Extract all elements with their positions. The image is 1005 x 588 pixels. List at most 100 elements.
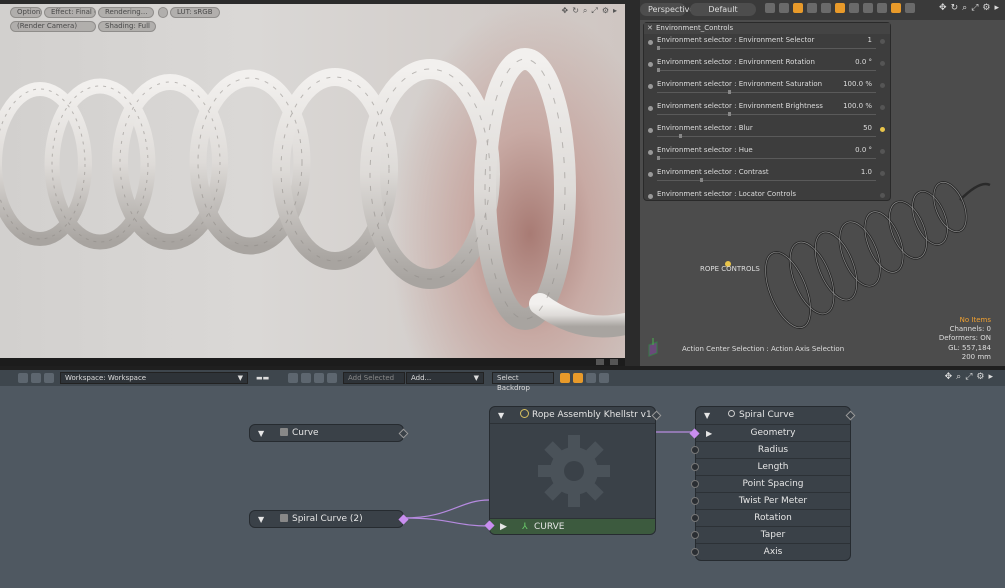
bulb-icon[interactable]	[891, 3, 901, 13]
move-icon[interactable]: ✥	[939, 3, 947, 13]
style-dropdown[interactable]: Default	[690, 3, 756, 16]
env-control-slider[interactable]	[657, 158, 876, 159]
key-indicator-icon[interactable]	[880, 149, 885, 154]
node-input-row[interactable]: Twist Per Meter	[691, 492, 850, 509]
workspace-dropdown[interactable]: Workspace: Workspace ▼	[60, 372, 248, 384]
arrow-right-icon[interactable]: ▸	[613, 6, 617, 16]
input-port[interactable]	[691, 497, 699, 505]
camera-icon[interactable]	[849, 3, 859, 13]
close-icon[interactable]: ✕	[647, 23, 653, 34]
env-control-slider[interactable]	[657, 180, 876, 181]
slider-knob[interactable]	[657, 68, 660, 72]
arrow-right-icon[interactable]: ▸	[994, 3, 999, 13]
rope-assembly-node[interactable]: ▼ Rope Assembly Khellstr v1 ▶ ⅄ CURVE	[484, 406, 662, 535]
env-control-value[interactable]: 0.0 °	[855, 146, 872, 154]
input-port[interactable]	[691, 548, 699, 556]
grid-icon[interactable]	[765, 3, 775, 13]
link-icon[interactable]	[573, 373, 583, 383]
fit-icon[interactable]: ⤢	[591, 6, 597, 16]
input-port[interactable]	[691, 514, 699, 522]
channel-dot-icon[interactable]	[648, 172, 653, 177]
slider-knob[interactable]	[700, 178, 703, 182]
env-control-row[interactable]: Environment selector : Environment Satur…	[644, 78, 890, 100]
node-input-row[interactable]: Point Spacing	[691, 475, 850, 492]
input-port[interactable]	[689, 428, 700, 439]
node-input-row[interactable]: Length	[691, 458, 850, 475]
grid-alt-icon[interactable]	[779, 3, 789, 13]
key-indicator-icon[interactable]	[880, 193, 885, 198]
remove-node-icon[interactable]	[44, 373, 54, 383]
env-control-row[interactable]: Environment selector : Environment Rotat…	[644, 56, 890, 78]
key-indicator-icon[interactable]	[880, 39, 885, 44]
channel-dot-icon[interactable]	[648, 40, 653, 45]
collapse-icon[interactable]: ▼	[258, 425, 264, 442]
select-backdrop-button[interactable]: Select Backdrop	[492, 372, 554, 392]
play-icon[interactable]: ▶	[500, 519, 507, 535]
key-indicator-icon[interactable]	[880, 61, 885, 66]
arrow-left-icon[interactable]	[301, 373, 311, 383]
slider-knob[interactable]	[657, 156, 660, 160]
render-icon[interactable]	[863, 3, 873, 13]
node-input-row[interactable]: ▶ Geometry	[689, 424, 850, 441]
curve-node[interactable]: ▼ Curve	[249, 424, 409, 442]
env-control-row[interactable]: Environment selector : Contrast 1.0	[644, 166, 890, 188]
env-control-slider[interactable]	[657, 48, 876, 49]
channel-dot-icon[interactable]	[648, 150, 653, 155]
move-icon[interactable]: ✥	[562, 6, 569, 16]
render-viewport[interactable]: Options Effect: Final C... Rendering... …	[0, 4, 625, 366]
zoom-icon[interactable]: ⌕	[956, 372, 961, 382]
add-node-icon[interactable]	[31, 373, 41, 383]
stop-icon[interactable]	[596, 359, 604, 365]
input-port[interactable]	[691, 463, 699, 471]
arrow-down-icon[interactable]	[327, 373, 337, 383]
channel-dot-icon[interactable]	[648, 62, 653, 67]
spiral-curve-node[interactable]: ▼ Spiral Curve ▶ Geometry Radius Length Poin…	[689, 406, 856, 561]
env-control-value[interactable]: 100.0 %	[843, 102, 872, 110]
layer-icon[interactable]	[821, 3, 831, 13]
collapse-icon[interactable]: ▼	[498, 407, 504, 424]
rotate-icon[interactable]: ↻	[572, 6, 579, 16]
table-icon[interactable]	[807, 3, 817, 13]
camera-dropdown[interactable]: (Render Camera)	[10, 21, 96, 32]
wire-icon[interactable]	[793, 3, 803, 13]
snap-icon[interactable]	[560, 373, 570, 383]
input-port[interactable]	[691, 446, 699, 454]
frame-icon[interactable]	[905, 3, 915, 13]
input-port[interactable]	[691, 480, 699, 488]
key-indicator-icon[interactable]	[880, 105, 885, 110]
input-port[interactable]	[691, 531, 699, 539]
key-indicator-icon[interactable]	[880, 127, 885, 132]
effect-dropdown[interactable]: Effect: Final C...	[44, 7, 96, 18]
channel-dot-icon[interactable]	[648, 194, 653, 199]
square-icon[interactable]	[610, 359, 618, 365]
node-input-row[interactable]: Taper	[691, 526, 850, 543]
gear-icon[interactable]: ⚙	[982, 3, 990, 13]
layout-icon[interactable]: ▬▬	[256, 372, 276, 384]
grid-icon[interactable]	[586, 373, 596, 383]
move-icon[interactable]: ✥	[945, 372, 953, 382]
env-control-slider[interactable]	[657, 114, 876, 115]
env-control-row[interactable]: Environment selector : Environment Selec…	[644, 34, 890, 56]
env-control-value[interactable]: 0.0 °	[855, 58, 872, 66]
env-control-slider[interactable]	[657, 92, 876, 93]
arrow-right-icon[interactable]: ▸	[988, 372, 993, 382]
rope-controls-label[interactable]: ROPE CONTROLS	[700, 265, 760, 273]
slider-knob[interactable]	[678, 134, 682, 138]
curve-input-row[interactable]: ▶ ⅄ CURVE	[490, 518, 655, 534]
zoom-icon[interactable]: ⌕	[962, 3, 967, 13]
key-indicator-icon[interactable]	[880, 171, 885, 176]
node-input-row[interactable]: Rotation	[691, 509, 850, 526]
channel-dot-icon[interactable]	[648, 84, 653, 89]
zoom-icon[interactable]: ⌕	[583, 6, 587, 16]
minus-icon[interactable]	[599, 373, 609, 383]
gear-icon[interactable]: ⚙	[976, 372, 984, 382]
rendering-dropdown[interactable]: Rendering...	[98, 7, 154, 18]
gl-viewport[interactable]: Perspective Default ✥ ↻ ⌕ ⤢ ⚙ ▸ ✕ Enviro…	[640, 0, 1005, 366]
collapse-icon[interactable]: ▼	[258, 511, 264, 528]
env-control-value[interactable]: 1	[868, 36, 872, 44]
fit-icon[interactable]: ⤢	[965, 372, 972, 382]
env-control-value[interactable]: 100.0 %	[843, 80, 872, 88]
schematic-panel[interactable]: Workspace: Workspace ▼ ▬▬ Add Selected A…	[0, 370, 1005, 588]
env-control-row[interactable]: Environment selector : Locator Controls	[644, 188, 890, 210]
collapse-icon[interactable]: ▼	[704, 407, 710, 424]
